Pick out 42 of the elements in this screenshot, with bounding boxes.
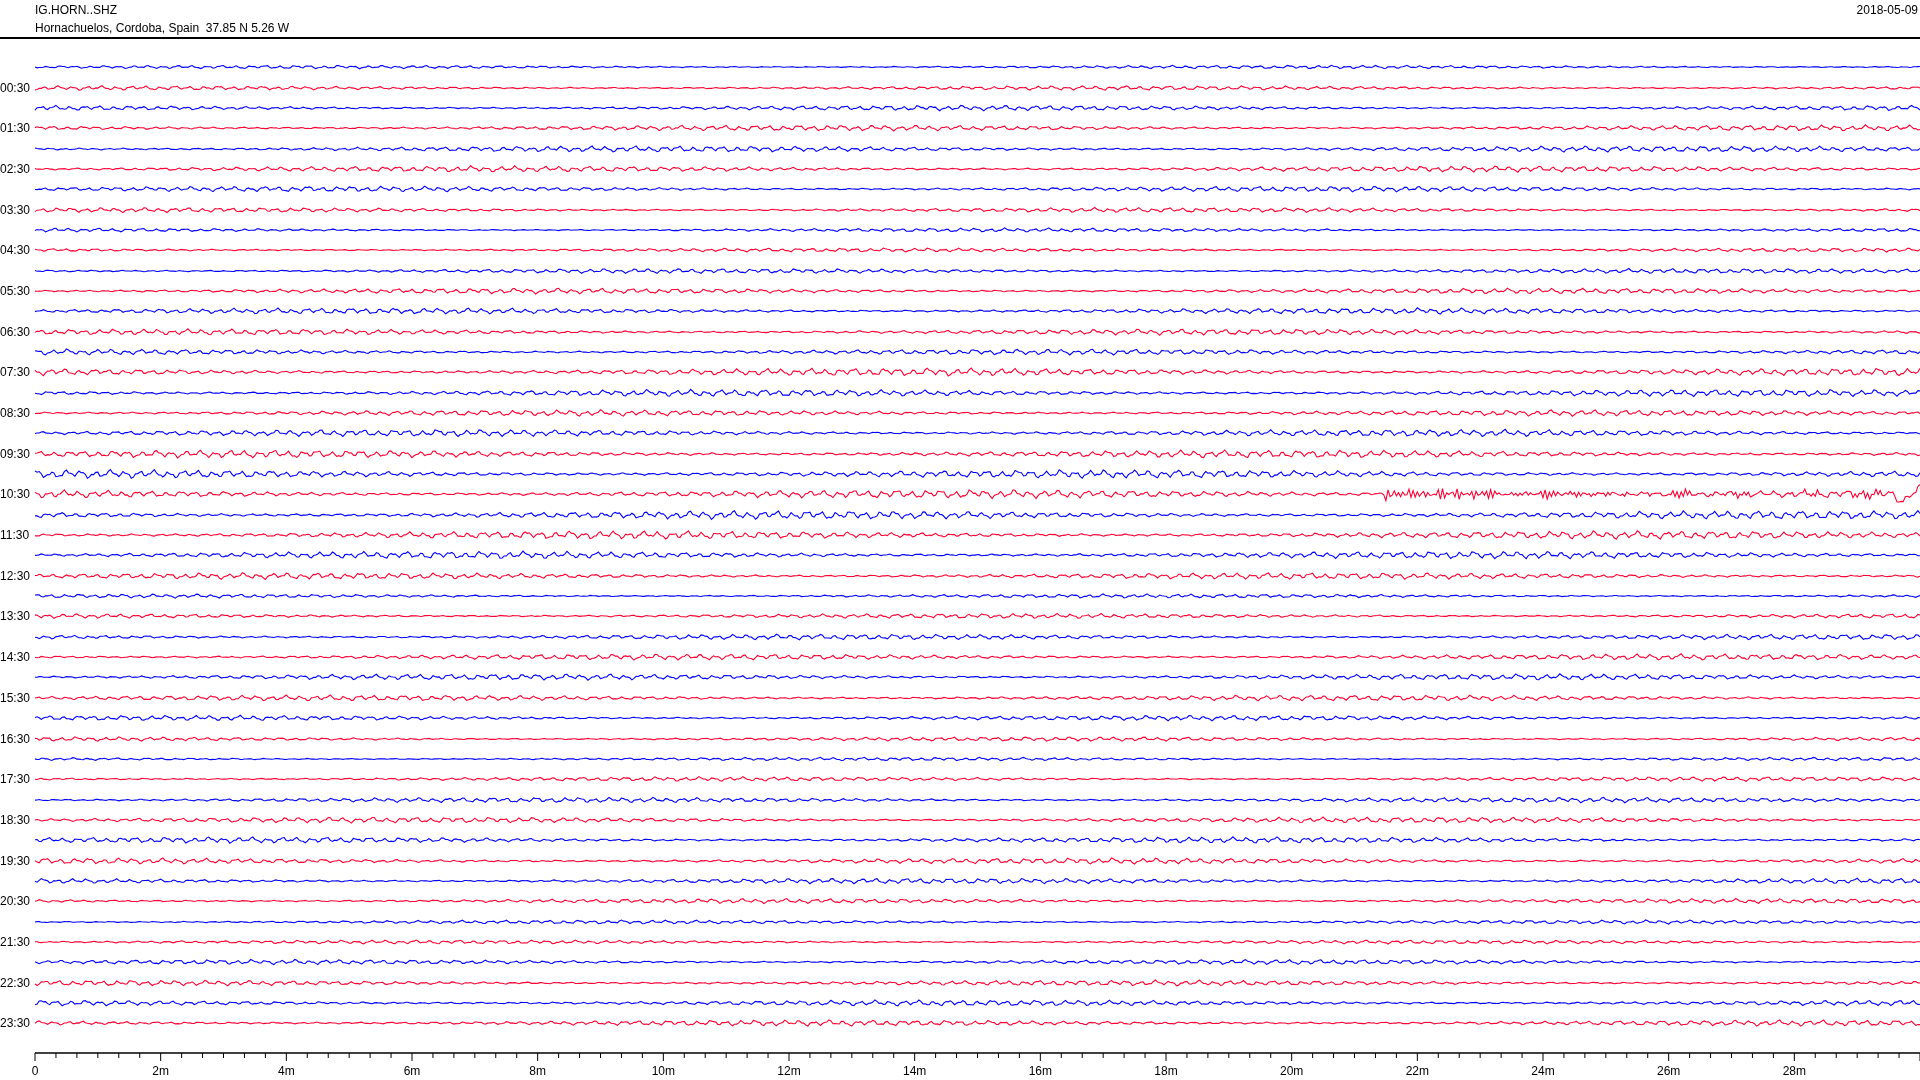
- tick-label: 0: [31, 1063, 39, 1078]
- hour-label: 09:30: [0, 446, 31, 461]
- tick-label: 8m: [529, 1063, 546, 1078]
- tick-label: 18m: [1154, 1063, 1178, 1078]
- tick-label: 6m: [403, 1063, 421, 1078]
- hour-label: 18:30: [0, 812, 31, 827]
- hour-label: 11:30: [0, 528, 30, 543]
- tick-label: 2m: [152, 1063, 169, 1078]
- hour-label: 13:30: [0, 609, 31, 624]
- hour-label: 10:30: [0, 487, 31, 502]
- tick-label: 20m: [1280, 1063, 1304, 1078]
- tick-label: 24m: [1531, 1063, 1555, 1078]
- hour-label: 12:30: [0, 568, 31, 583]
- station-location: Hornachuelos, Cordoba, Spain 37.85 N 5.26 W: [35, 20, 290, 37]
- hour-label: 00:30: [0, 80, 31, 95]
- hour-label: 23:30: [0, 1016, 31, 1031]
- hour-label: 03:30: [0, 202, 31, 217]
- station-code: IG.HORN..SHZ: [35, 2, 118, 19]
- hour-label: 02:30: [0, 161, 31, 176]
- hour-label: 14:30: [0, 650, 31, 665]
- hour-label: 06:30: [0, 324, 31, 339]
- date-label: 2018-05-09: [1856, 2, 1919, 19]
- hour-label: 01:30: [0, 121, 31, 136]
- hour-label: 15:30: [0, 690, 31, 705]
- tick-label: 14m: [903, 1063, 927, 1078]
- tick-label: 16m: [1028, 1063, 1052, 1078]
- hour-label: 16:30: [0, 731, 31, 746]
- tick-label: 12m: [777, 1063, 801, 1078]
- hour-label: 19:30: [0, 853, 31, 868]
- hour-label: 17:30: [0, 772, 31, 787]
- tick-label: 4m: [278, 1063, 295, 1078]
- tick-label: 10m: [651, 1063, 675, 1078]
- tick-label: 28m: [1782, 1063, 1806, 1078]
- hour-label: 07:30: [0, 365, 31, 380]
- hour-label: 22:30: [0, 975, 31, 990]
- hour-label: 21:30: [0, 934, 31, 949]
- hour-label: 05:30: [0, 283, 31, 298]
- tick-label: 26m: [1657, 1063, 1681, 1078]
- hour-label: 08:30: [0, 406, 31, 420]
- hour-label: 04:30: [0, 243, 31, 258]
- hour-label: 20:30: [0, 894, 31, 909]
- tick-label: 22m: [1405, 1063, 1429, 1078]
